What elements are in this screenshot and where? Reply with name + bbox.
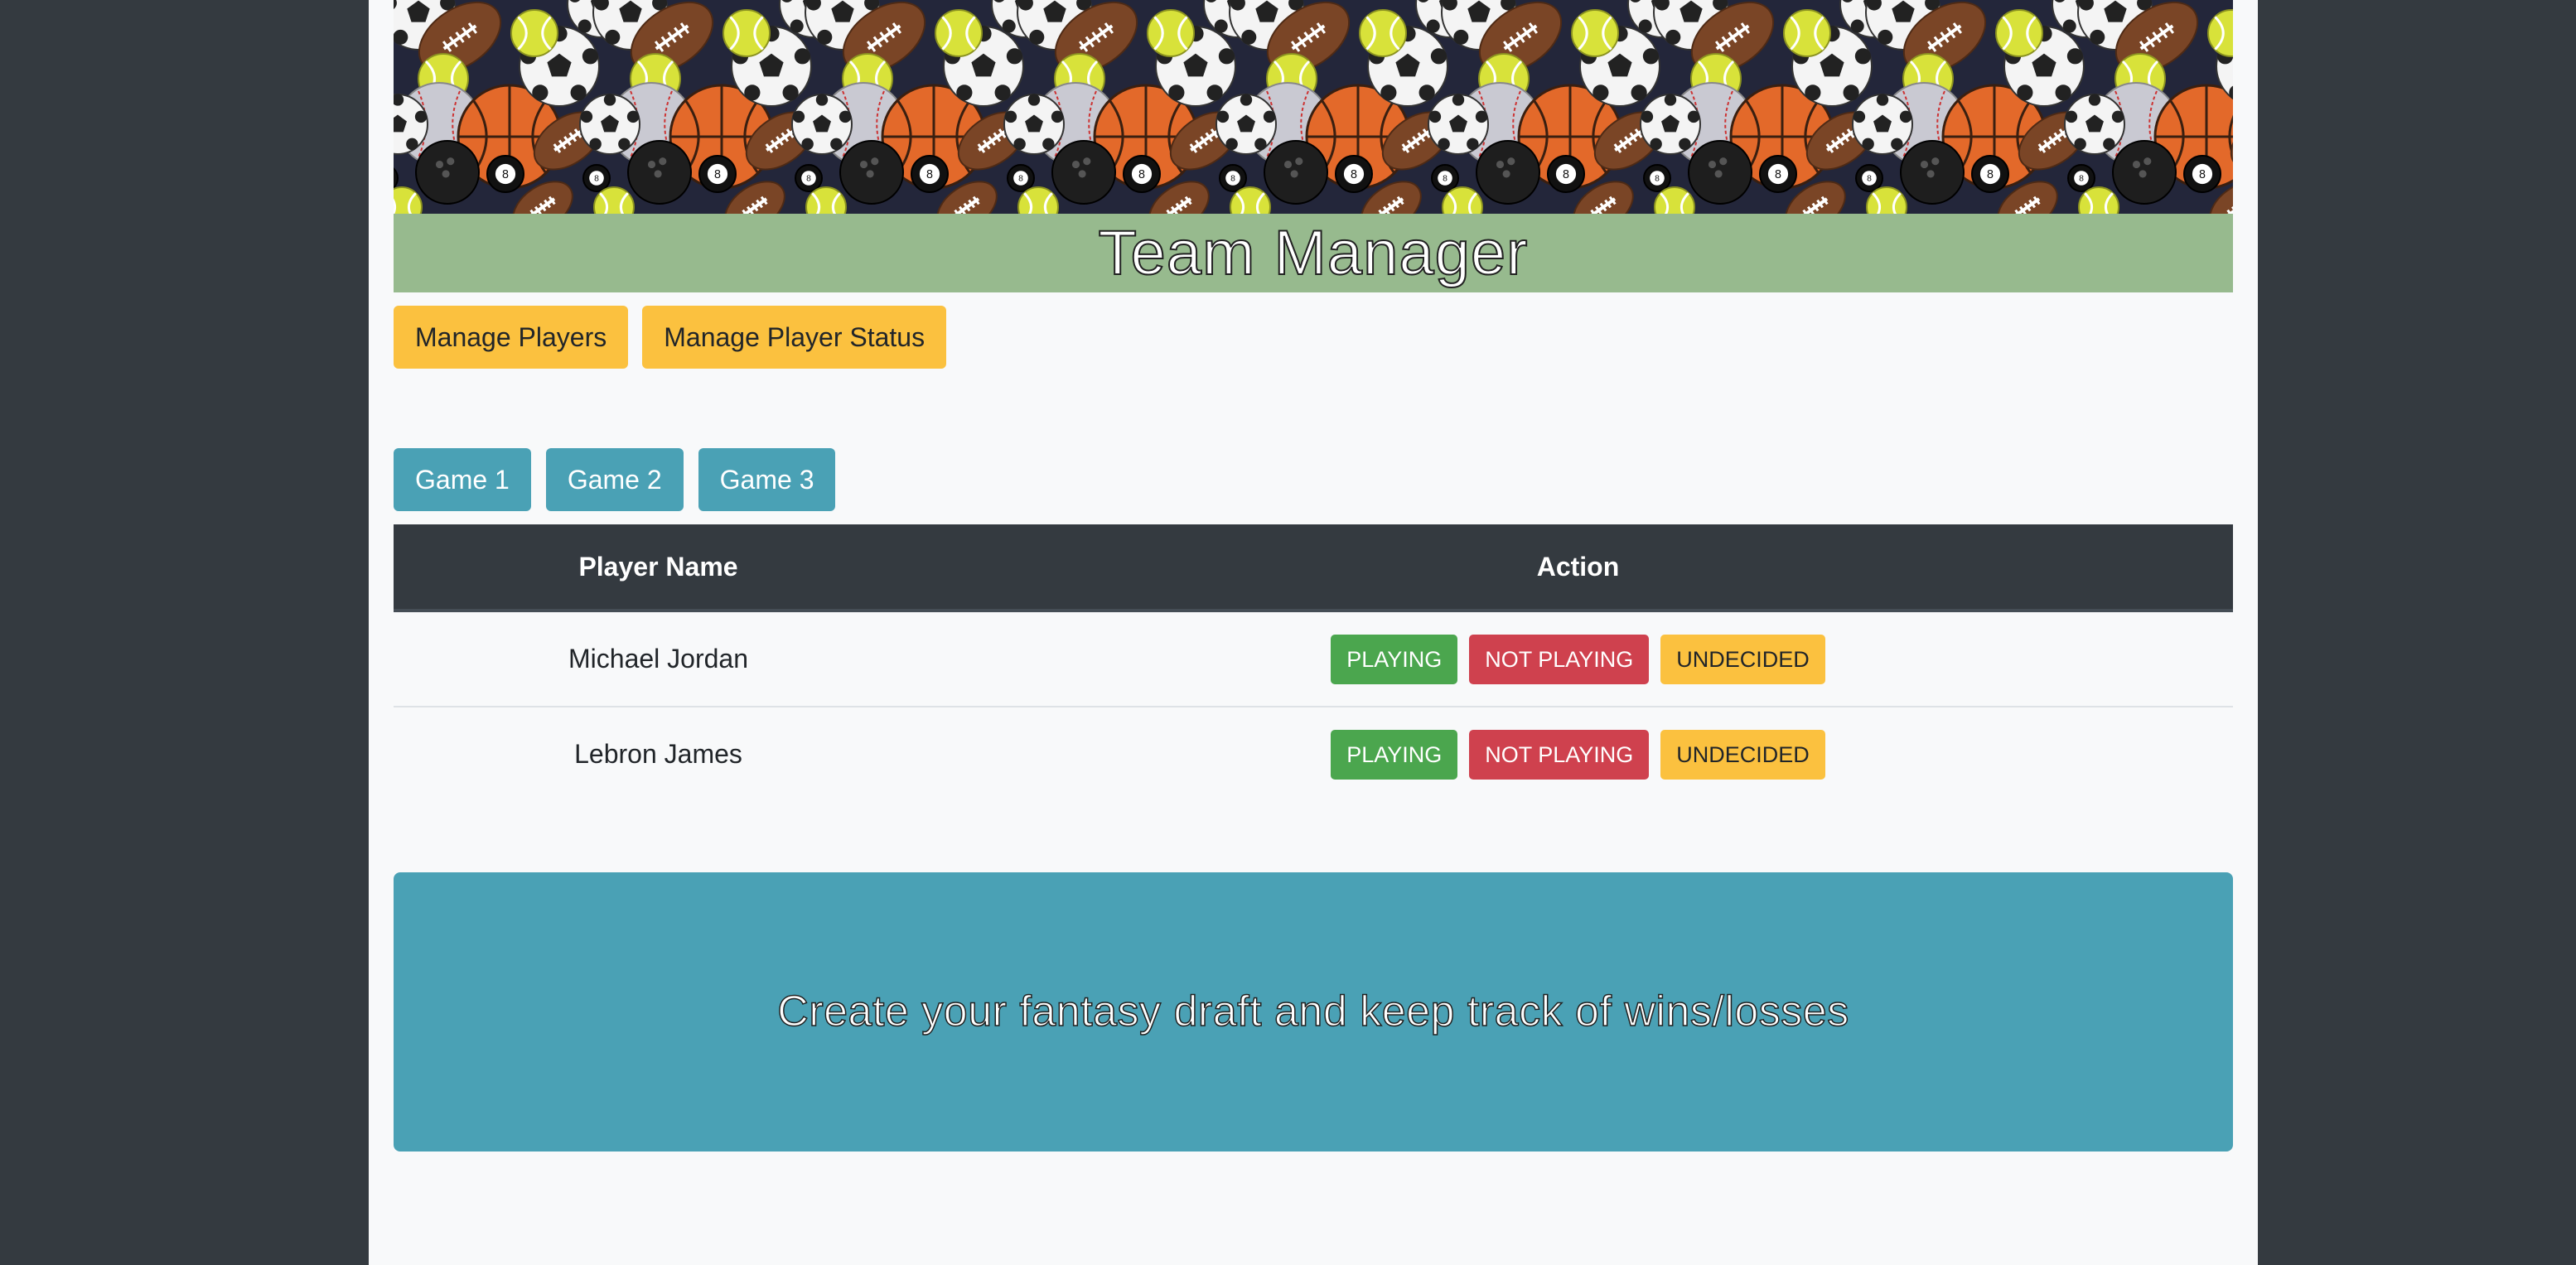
svg-text:8: 8: [1563, 168, 1569, 181]
svg-text:8: 8: [714, 168, 721, 181]
svg-text:8: 8: [1230, 175, 1235, 184]
table-header-row: Player Name Action: [394, 524, 2233, 612]
page-body: 8888888888888888888888 Team Manager Mana…: [369, 0, 2258, 1265]
soccer-ball-icon: [1003, 94, 1065, 155]
eight-ball-icon: 8: [1643, 164, 1671, 192]
bowling-ball-icon: [839, 140, 904, 205]
table-row: Michael Jordan PLAYING NOT PLAYING UNDECID…: [394, 611, 2233, 707]
svg-text:8: 8: [1775, 168, 1781, 181]
playing-button[interactable]: PLAYING: [1331, 729, 1458, 780]
svg-text:8: 8: [502, 168, 509, 181]
soccer-ball-icon: [791, 94, 853, 155]
title-bar: Team Manager: [394, 214, 2233, 292]
game-3-button[interactable]: Game 3: [698, 448, 836, 511]
tennis-ball-icon: [510, 9, 558, 57]
undecided-button[interactable]: UNDECIDED: [1660, 729, 1825, 780]
svg-text:8: 8: [1351, 168, 1357, 181]
table-row: Lebron James PLAYING NOT PLAYING UNDECIDED: [394, 707, 2233, 801]
eight-ball-icon: 8: [698, 155, 737, 193]
info-jumbotron: Create your fantasy draft and keep track…: [394, 872, 2233, 1152]
svg-text:8: 8: [594, 175, 599, 184]
eight-ball-icon: 8: [1219, 164, 1247, 192]
playing-button[interactable]: PLAYING: [1331, 634, 1458, 684]
eight-ball-icon: 8: [1971, 155, 2009, 193]
svg-text:8: 8: [1018, 175, 1023, 184]
svg-text:8: 8: [2079, 175, 2084, 184]
tennis-ball-icon: [1359, 9, 1407, 57]
game-1-button[interactable]: Game 1: [394, 448, 531, 511]
tennis-ball-icon: [723, 9, 771, 57]
bowling-ball-icon: [1051, 140, 1116, 205]
eight-ball-icon: 8: [1855, 164, 1883, 192]
sports-balls-pattern: 8888888888888888888888: [394, 0, 2233, 214]
tennis-ball-icon: [1147, 9, 1195, 57]
manage-players-button[interactable]: Manage Players: [394, 306, 629, 369]
svg-text:8: 8: [926, 168, 933, 181]
bowling-ball-icon: [1900, 140, 1965, 205]
not-playing-button[interactable]: NOT PLAYING: [1469, 729, 1650, 780]
eight-ball-icon: 8: [911, 155, 949, 193]
eight-ball-icon: 8: [582, 164, 611, 192]
soccer-ball-icon: [2064, 94, 2125, 155]
player-name: Lebron James: [574, 739, 742, 769]
nav-buttons: Manage Players Manage Player Status: [394, 306, 960, 369]
tennis-ball-icon: [1995, 9, 2043, 57]
svg-text:8: 8: [1443, 175, 1447, 184]
bowling-ball-icon: [1688, 140, 1752, 205]
soccer-ball-icon: [579, 94, 640, 155]
not-playing-button[interactable]: NOT PLAYING: [1469, 634, 1650, 684]
tennis-ball-icon: [1783, 9, 1831, 57]
eight-ball-icon: 8: [1547, 155, 1585, 193]
tennis-ball-icon: [394, 186, 423, 214]
bowling-ball-icon: [1476, 140, 1540, 205]
action-cell: PLAYING NOT PLAYING UNDECIDED: [923, 611, 2233, 707]
tennis-ball-icon: [935, 9, 983, 57]
eight-ball-icon: 8: [486, 155, 524, 193]
manage-player-status-button[interactable]: Manage Player Status: [642, 306, 947, 369]
soccer-ball-icon: [1428, 94, 1489, 155]
bowling-ball-icon: [1264, 140, 1328, 205]
soccer-ball-icon: [1852, 94, 1913, 155]
eight-ball-icon: 8: [1123, 155, 1161, 193]
game-tabs: Game 1 Game 2 Game 3: [394, 448, 850, 511]
eight-ball-icon: 8: [1335, 155, 1373, 193]
eight-ball-icon: 8: [2067, 164, 2095, 192]
jumbotron-text: Create your fantasy draft and keep track…: [777, 987, 1849, 1036]
tennis-ball-icon: [1571, 9, 1619, 57]
soccer-ball-icon: [1640, 94, 1701, 155]
svg-text:8: 8: [2199, 168, 2206, 181]
column-header-action: Action: [923, 524, 2233, 612]
eight-ball-icon: 8: [1431, 164, 1459, 192]
eight-ball-icon: 8: [2183, 155, 2221, 193]
bowling-ball-icon: [2112, 140, 2177, 205]
eight-ball-icon: 8: [1759, 155, 1797, 193]
bowling-ball-icon: [415, 140, 480, 205]
eight-ball-icon: 8: [795, 164, 823, 192]
svg-text:8: 8: [1867, 175, 1872, 184]
svg-text:8: 8: [806, 175, 811, 184]
column-header-player-name: Player Name: [394, 524, 923, 612]
player-status-table: Player Name Action Michael Jordan PLAYIN…: [394, 524, 2233, 801]
svg-text:8: 8: [1655, 175, 1660, 184]
game-2-button[interactable]: Game 2: [545, 448, 684, 511]
page-title: Team Manager: [1098, 217, 1529, 289]
undecided-button[interactable]: UNDECIDED: [1660, 634, 1825, 684]
bowling-ball-icon: [627, 140, 692, 205]
svg-text:8: 8: [1987, 168, 1994, 181]
soccer-ball-icon: [1216, 94, 1277, 155]
sports-balls-banner: 8888888888888888888888: [394, 0, 2233, 214]
action-cell: PLAYING NOT PLAYING UNDECIDED: [923, 707, 2233, 801]
svg-text:8: 8: [1138, 168, 1145, 181]
main-container: 8888888888888888888888 Team Manager Mana…: [394, 0, 2233, 1152]
tennis-ball-icon: [2207, 9, 2233, 57]
eight-ball-icon: 8: [1007, 164, 1035, 192]
player-name: Michael Jordan: [394, 611, 923, 707]
